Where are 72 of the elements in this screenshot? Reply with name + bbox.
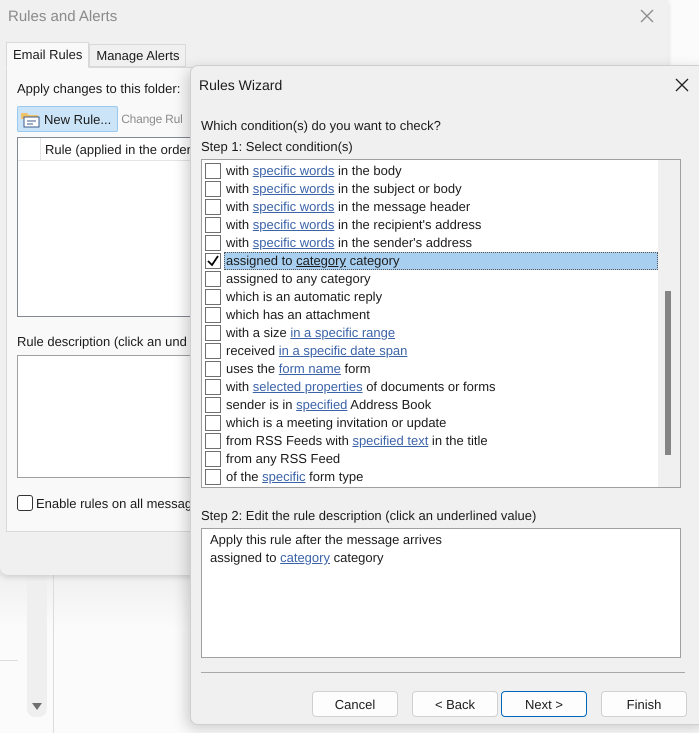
condition-link[interactable]: specific words [252, 199, 334, 214]
condition-link[interactable]: specified [296, 397, 348, 412]
condition-link[interactable]: specific words [252, 163, 334, 178]
condition-item[interactable]: which has an attachment [224, 306, 658, 324]
condition-item[interactable]: with a size in a specific range [224, 324, 658, 342]
dialog-button[interactable]: < Back [412, 691, 498, 717]
condition-item[interactable]: with specific words in the message header [224, 198, 658, 216]
checkbox[interactable] [205, 343, 221, 359]
checkbox[interactable] [205, 433, 221, 449]
description-line: Apply this rule after the message arrives [210, 531, 442, 549]
condition-item[interactable]: received in a specific date span [224, 342, 658, 360]
dialog-button[interactable]: Next > [501, 691, 587, 717]
condition-link[interactable]: specific words [252, 181, 334, 196]
checkbox[interactable] [17, 495, 33, 511]
checkbox[interactable] [205, 361, 221, 377]
value-link[interactable]: category [280, 550, 330, 565]
description-line: assigned to category category [210, 549, 384, 567]
checkbox[interactable] [205, 217, 221, 233]
condition-link[interactable]: specific words [252, 235, 334, 250]
checkbox[interactable] [205, 451, 221, 467]
checkbox[interactable] [205, 181, 221, 197]
condition-item[interactable]: which is a meeting invitation or update [224, 414, 658, 432]
condition-link[interactable]: category [296, 253, 346, 268]
down-arrow-icon[interactable] [32, 703, 42, 710]
checkbox[interactable] [205, 163, 221, 179]
condition-item[interactable]: assigned to category category [224, 252, 658, 270]
tab[interactable]: Email Rules [6, 42, 90, 68]
dialog-title: Rules Wizard [199, 77, 282, 93]
condition-item[interactable]: with specific words in the sender's address [224, 234, 658, 252]
condition-link[interactable]: in a specific date span [278, 343, 408, 358]
condition-link[interactable]: specified text [352, 433, 428, 448]
folder-icon [20, 110, 40, 128]
checkbox[interactable] [205, 307, 221, 323]
condition-item[interactable]: assigned to any category [224, 270, 658, 288]
step-label: Step 2: Edit the rule description (click an underlined value) [201, 507, 536, 525]
condition-item[interactable]: which is an automatic reply [224, 288, 658, 306]
checkbox[interactable] [205, 289, 221, 305]
checkbox[interactable] [205, 199, 221, 215]
condition-item[interactable]: with specific words in the recipient's address [224, 216, 658, 234]
close-icon[interactable] [675, 78, 689, 92]
checkbox[interactable] [205, 325, 221, 341]
checkbox[interactable] [205, 397, 221, 413]
condition-item[interactable]: of the specific form type [224, 468, 658, 486]
checkbox[interactable] [205, 253, 221, 269]
checkbox[interactable] [205, 235, 221, 251]
condition-link[interactable]: selected properties [252, 379, 363, 394]
condition-item[interactable]: with specific words in the body [224, 162, 658, 180]
checkbox[interactable] [205, 379, 221, 395]
condition-item[interactable]: uses the form name form [224, 360, 658, 378]
condition-item[interactable]: from any RSS Feed [224, 450, 658, 468]
condition-item[interactable]: from RSS Feeds with specified text in the title [224, 432, 658, 450]
checkbox[interactable] [205, 271, 221, 287]
condition-link[interactable]: specific [262, 469, 306, 484]
condition-item[interactable]: with specific words in the subject or body [224, 180, 658, 198]
condition-link[interactable]: form name [278, 361, 341, 376]
step-label: Step 1: Select condition(s) [201, 138, 353, 156]
condition-item[interactable]: with selected properties of documents or forms [224, 378, 658, 396]
dialog-button[interactable]: Cancel [312, 691, 398, 717]
condition-link[interactable]: specific words [252, 217, 334, 232]
folder-label: Apply changes to this folder: [17, 80, 180, 98]
new-rule-button[interactable]: New Rule... [17, 106, 118, 132]
tab[interactable]: Manage Alerts [89, 44, 186, 67]
window-title: Rules and Alerts [8, 8, 118, 24]
scrollbar-thumb[interactable] [665, 291, 671, 455]
condition-link[interactable]: in a specific range [290, 325, 396, 340]
prompt-text: Which condition(s) do you want to check? [201, 117, 441, 135]
dialog-button[interactable]: Finish [601, 691, 687, 717]
checkbox[interactable] [205, 469, 221, 485]
checkbox[interactable] [205, 415, 221, 431]
description-label: Rule description (click an und [17, 333, 187, 351]
condition-item[interactable]: sender is in specified Address Book [224, 396, 658, 414]
column-header[interactable]: Rule (applied in the order [41, 142, 191, 156]
